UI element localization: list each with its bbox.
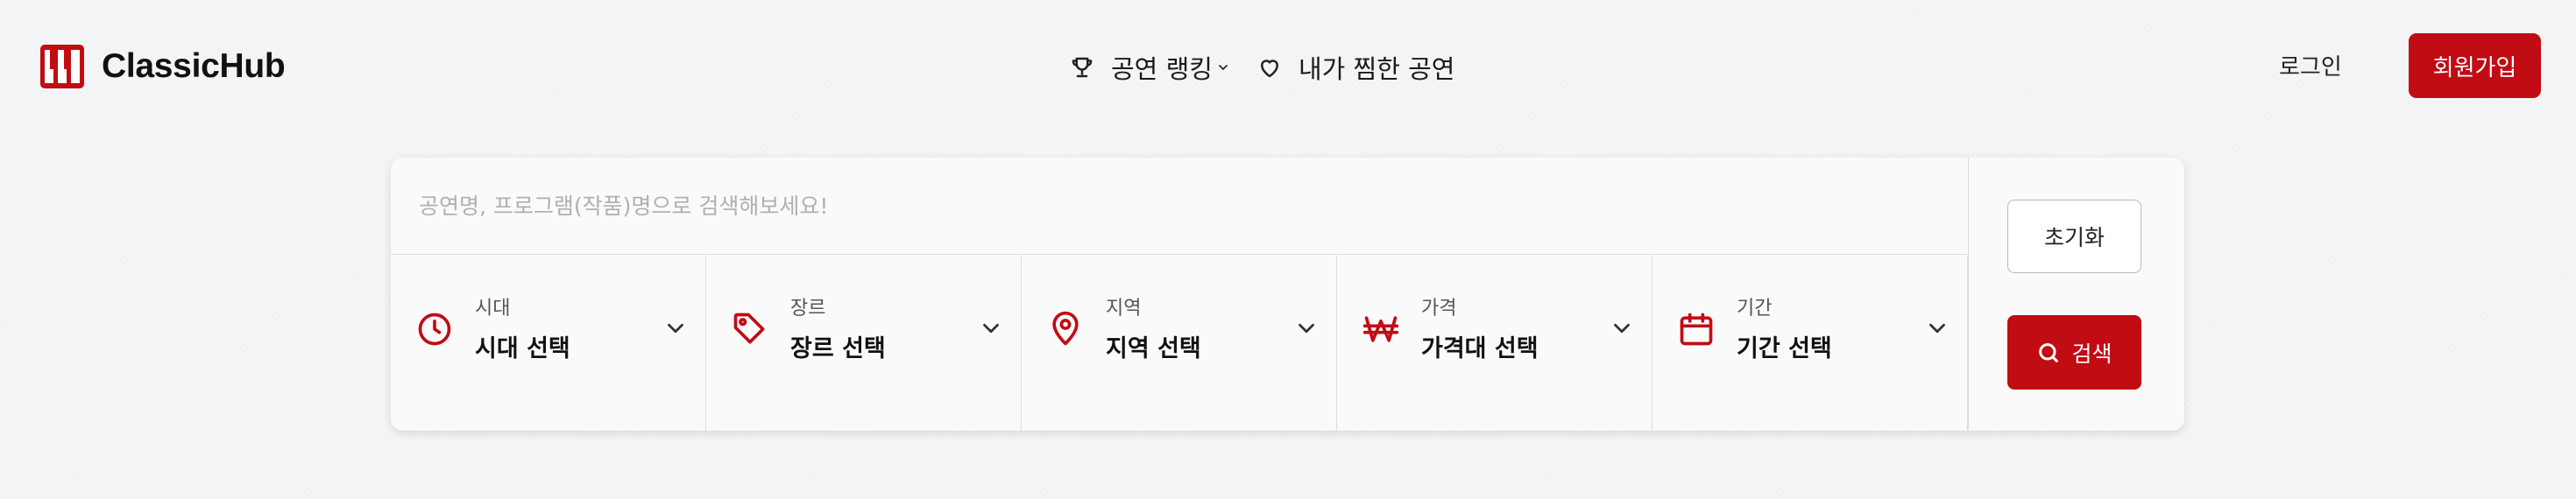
filter-era[interactable]: 시대 시대 선택 <box>391 256 706 431</box>
search-icon <box>2039 342 2059 362</box>
search-button-label: 검색 <box>2071 341 2112 367</box>
filter-region-value: 지역 선택 <box>1106 335 1201 362</box>
filter-genre[interactable]: 장르 장르 선택 <box>706 256 1022 431</box>
filter-period-value: 기간 선택 <box>1737 335 1832 362</box>
nav-wishlist-label: 내가 찜한 공연 <box>1298 54 1455 84</box>
chevron-down-icon <box>1929 323 1945 334</box>
nav-wishlist[interactable]: 내가 찜한 공연 <box>1256 49 1455 86</box>
map-pin-icon <box>1052 311 1079 346</box>
logo[interactable]: ClassicHub <box>40 45 286 88</box>
chevron-down-icon <box>668 323 683 334</box>
top-header: ClassicHub 공연 랭킹 내가 찜한 공연 로그인 회원가입 <box>0 0 2576 131</box>
reset-button[interactable]: 초기화 <box>2007 200 2141 273</box>
chevron-down-icon <box>983 323 999 334</box>
heart-icon <box>1260 60 1278 78</box>
won-icon <box>1362 316 1399 342</box>
divider <box>1968 158 1969 431</box>
trophy-icon <box>1072 57 1093 78</box>
nav-ranking-label: 공연 랭킹 <box>1111 54 1213 84</box>
chevron-down-icon <box>1614 323 1630 334</box>
search-input[interactable] <box>419 184 1908 228</box>
brand-name: ClassicHub <box>102 47 286 85</box>
login-link[interactable]: 로그인 <box>2279 49 2342 81</box>
calendar-icon <box>1680 313 1713 346</box>
filter-price-label: 가격 <box>1421 298 1457 320</box>
filter-genre-label: 장르 <box>790 298 826 320</box>
filter-region[interactable]: 지역 지역 선택 <box>1022 256 1337 431</box>
nav-ranking[interactable]: 공연 랭킹 <box>1069 49 1230 86</box>
search-button[interactable]: 검색 <box>2007 315 2141 390</box>
tag-icon <box>733 313 765 344</box>
clock-icon <box>418 313 451 346</box>
filter-region-label: 지역 <box>1106 298 1142 320</box>
filter-period[interactable]: 기간 기간 선택 <box>1652 256 1968 431</box>
filter-era-label: 시대 <box>475 298 511 320</box>
piano-keys-icon <box>40 45 84 88</box>
main-nav: 공연 랭킹 내가 찜한 공연 <box>1069 47 1454 88</box>
filter-period-label: 기간 <box>1737 298 1773 320</box>
signup-button[interactable]: 회원가입 <box>2409 33 2541 98</box>
search-row <box>391 158 1968 255</box>
filter-price-value: 가격대 선택 <box>1421 335 1539 362</box>
filter-price[interactable]: 가격 가격대 선택 <box>1337 256 1652 431</box>
chevron-down-icon <box>1219 65 1228 70</box>
filter-era-value: 시대 선택 <box>475 335 570 362</box>
filter-genre-value: 장르 선택 <box>790 335 886 362</box>
chevron-down-icon <box>1299 323 1314 334</box>
search-panel: 시대 시대 선택 장르 장르 선택 지역 지역 선택 가격 가격대 선택 <box>391 158 2184 431</box>
